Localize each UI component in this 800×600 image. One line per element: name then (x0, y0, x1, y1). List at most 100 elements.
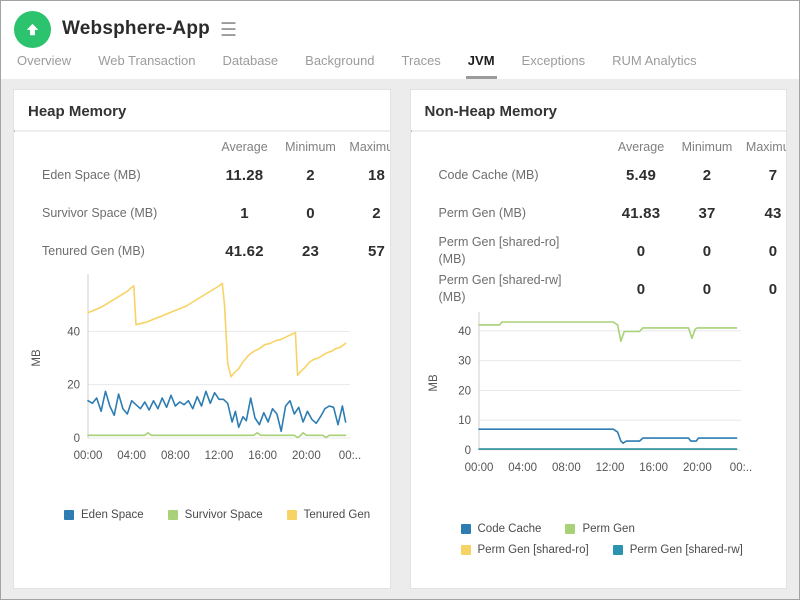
column-header: Maximum (745, 140, 786, 154)
tab-rum-analytics[interactable]: RUM Analytics (610, 53, 699, 79)
table-row: Perm Gen [shared-rw] (MB) 0 0 0 (411, 270, 787, 308)
x-tick-label: 00:00 (74, 450, 103, 462)
series-line-eden-space (87, 390, 347, 433)
x-tick-label: 00:00 (464, 462, 493, 474)
tab-bar: Overview Web Transaction Database Backgroun… (1, 51, 799, 79)
legend-label: Perm Gen [shared-rw] (629, 544, 743, 556)
legend-label: Perm Gen [shared-ro] (477, 544, 589, 556)
legend-row: Code Cache Perm Gen (460, 523, 787, 535)
legend-item-tenured-gen[interactable]: Tenured Gen (286, 509, 370, 521)
legend-swatch (460, 524, 471, 534)
legend-label: Perm Gen (582, 523, 635, 535)
tab-web-transaction[interactable]: Web Transaction (96, 53, 197, 79)
column-header: Average (221, 140, 268, 154)
tab-database[interactable]: Database (221, 53, 281, 79)
heap-memory-panel: Heap Memory Average Minimum Maximum Eden Sp… (13, 89, 391, 589)
nonheap-memory-legend: Code Cache Perm Gen Perm Gen [shared-ro] Pe… (460, 523, 787, 556)
legend-item-perm-gen[interactable]: Perm Gen (565, 523, 635, 535)
x-tick-label: 04:00 (117, 450, 146, 462)
legend-row: Eden Space Survivor Space Tenured Gen (64, 509, 390, 521)
table-header-row: Average Minimum Maximum (14, 134, 389, 156)
series-line-perm-gen (477, 321, 737, 343)
legend-item-code-cache[interactable]: Code Cache (460, 523, 542, 535)
nonheap-memory-chart: 0 10 20 30 40 00:00 04:00 08:00 12:00 16:00 20:00 0… (423, 308, 787, 491)
y-tick-label: 40 (458, 326, 471, 338)
tab-overview[interactable]: Overview (15, 53, 73, 79)
column-header: Maximum (349, 140, 389, 154)
legend-item-survivor-space[interactable]: Survivor Space (167, 509, 263, 521)
series-line-code-cache (477, 428, 737, 444)
up-arrow-icon (26, 23, 39, 35)
metric-label: Survivor Space (MB) (42, 205, 158, 220)
metric-value: 43 (764, 204, 782, 222)
tab-traces[interactable]: Traces (400, 53, 443, 79)
legend-item-perm-gen-shared-ro[interactable]: Perm Gen [shared-ro] (460, 544, 589, 556)
metric-value: 0 (768, 242, 778, 260)
metric-value: 18 (367, 166, 386, 184)
metric-value: 1 (240, 204, 249, 222)
heap-memory-chart-svg: 0 20 40 00:00 04:00 08:00 12:00 16:00 20:00 00:..… (31, 274, 361, 462)
column-header: Average (617, 140, 665, 154)
metric-value: 23 (301, 242, 320, 260)
metric-value: 2 (306, 166, 315, 184)
legend-item-perm-gen-shared-rw[interactable]: Perm Gen [shared-rw] (612, 544, 743, 556)
metric-value: 0 (636, 242, 646, 260)
metric-value: 0 (306, 204, 315, 222)
x-tick-label: 16:00 (248, 450, 277, 462)
y-tick-label: 0 (74, 433, 80, 445)
x-tick-label: 12:00 (595, 462, 624, 474)
tab-background[interactable]: Background (303, 53, 376, 79)
metric-label: Tenured Gen (MB) (42, 243, 145, 258)
app-window: Websphere-App ☰ Overview Web Transaction D… (0, 0, 800, 600)
metric-label: Eden Space (MB) (42, 167, 141, 182)
table-row: Perm Gen (MB) 41.83 37 43 (411, 194, 787, 232)
legend-label: Code Cache (477, 523, 542, 535)
metric-value: 0 (768, 280, 778, 298)
table-header-row: Average Minimum Maximum (411, 134, 786, 156)
heap-memory-table: Average Minimum Maximum Eden Space (MB) 11.2… (14, 134, 390, 270)
tab-exceptions[interactable]: Exceptions (520, 53, 588, 79)
table-row: Survivor Space (MB) 1 0 2 (14, 194, 390, 232)
y-tick-label: 10 (458, 415, 471, 427)
heap-memory-legend: Eden Space Survivor Space Tenured Gen (64, 509, 390, 521)
metric-value: 2 (702, 166, 712, 184)
legend-label: Eden Space (81, 509, 144, 521)
page-title: Websphere-App (62, 18, 210, 39)
metric-value: 37 (698, 204, 716, 222)
tab-jvm[interactable]: JVM (465, 53, 497, 79)
metric-label: Code Cache (MB) (438, 167, 539, 182)
y-tick-label: 40 (67, 326, 80, 338)
y-tick-label: 30 (458, 356, 471, 368)
hamburger-menu-icon[interactable]: ☰ (220, 19, 237, 40)
metric-value: 0 (702, 242, 712, 260)
series-line-tenured-gen (87, 282, 347, 378)
metric-value: 0 (636, 280, 646, 298)
table-row: Perm Gen [shared-ro] (MB) 0 0 0 (411, 232, 787, 270)
divider (410, 130, 786, 132)
heap-memory-chart: 0 20 40 00:00 04:00 08:00 12:00 16:00 20:00 00:..… (26, 270, 390, 477)
app-status-icon (14, 10, 51, 48)
x-tick-label: 08:00 (551, 462, 580, 474)
y-tick-label: 20 (67, 380, 80, 392)
legend-swatch (167, 510, 178, 520)
legend-item-eden-space[interactable]: Eden Space (64, 509, 144, 521)
metric-label: Perm Gen [shared-rw] (MB) (438, 273, 562, 304)
metric-value: 2 (372, 204, 381, 222)
y-tick-label: 20 (458, 385, 471, 397)
x-tick-label: 20:00 (682, 462, 711, 474)
x-tick-label: 16:00 (639, 462, 668, 474)
x-tick-label: 00:.. (339, 450, 361, 462)
legend-swatch (565, 524, 576, 534)
x-tick-label: 04:00 (508, 462, 537, 474)
panel-title: Non-Heap Memory (424, 103, 558, 120)
legend-swatch (460, 545, 471, 555)
y-axis-label: MB (31, 349, 43, 367)
legend-row: Perm Gen [shared-ro] Perm Gen [shared-rw] (460, 544, 787, 556)
content-area: Heap Memory Average Minimum Maximum Eden Sp… (1, 79, 799, 599)
table-row: Tenured Gen (MB) 41.62 23 57 (14, 232, 390, 270)
legend-swatch (612, 545, 623, 555)
metric-value: 11.28 (225, 166, 264, 184)
app-header: Websphere-App ☰ (1, 1, 799, 51)
x-tick-label: 00:.. (729, 462, 751, 474)
nonheap-memory-chart-svg: 0 10 20 30 40 00:00 04:00 08:00 12:00 16:00 20:00 0… (428, 312, 752, 474)
